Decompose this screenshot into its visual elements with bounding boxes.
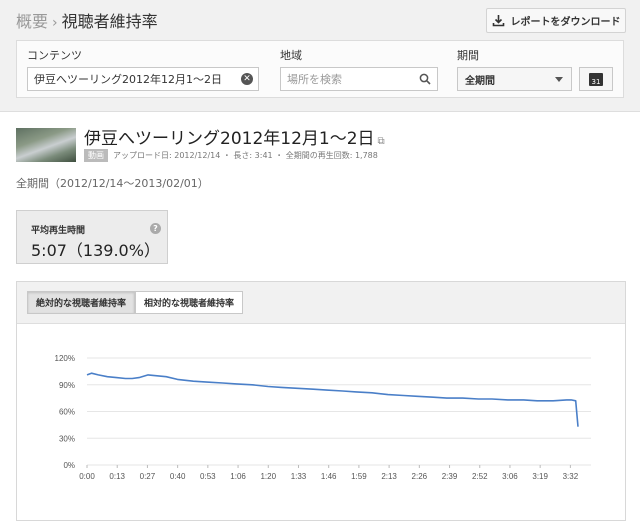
period-range-text: 全期間（2012/12/14〜2013/02/01） <box>16 177 209 190</box>
retention-series-line <box>86 372 579 427</box>
video-title-row: 伊豆へツーリング2012年12月1〜2日 ⧉ <box>84 124 385 149</box>
video-type-badge: 動画 <box>84 149 108 162</box>
breadcrumb: 概要 › 視聴者維持率 <box>16 8 158 32</box>
tab-relative-retention[interactable]: 相対的な視聴者維持率 <box>135 291 244 314</box>
content-filter-label: コンテンツ <box>27 49 82 62</box>
chart-tab-bar: 絶対的な視聴者維持率 相対的な視聴者維持率 <box>17 282 625 324</box>
x-tick-label: 3:19 <box>532 472 548 481</box>
avg-view-duration-label: 平均再生時間 <box>31 226 86 236</box>
x-tick-label: 2:52 <box>472 472 488 481</box>
download-report-label: レポートをダウンロード <box>510 17 621 28</box>
external-link-icon[interactable]: ⧉ <box>378 136 385 147</box>
x-tick-label: 1:20 <box>260 472 276 481</box>
x-tick-label: 1:33 <box>291 472 307 481</box>
x-tick-label: 0:00 <box>79 472 95 481</box>
clear-icon[interactable]: ✕ <box>241 73 253 85</box>
download-report-button[interactable]: レポートをダウンロード <box>486 8 626 33</box>
x-tick-label: 2:13 <box>381 472 397 481</box>
x-tick-label: 3:32 <box>563 472 579 481</box>
chevron-down-icon <box>555 77 563 82</box>
page-title: 視聴者維持率 <box>61 12 158 31</box>
y-tick-label: 0% <box>63 461 75 470</box>
x-tick-label: 1:06 <box>230 472 246 481</box>
y-tick-label: 30% <box>59 434 75 443</box>
region-search-input[interactable]: 場所を検索 <box>280 67 438 91</box>
calendar-button[interactable]: 31 <box>579 67 613 91</box>
video-meta-text: アップロード日: 2012/12/14 ・ 長さ: 3:41 ・ 全期間の再生回… <box>113 151 378 160</box>
x-tick-label: 0:27 <box>140 472 156 481</box>
period-select[interactable]: 全期間 <box>457 67 572 91</box>
search-icon[interactable] <box>419 73 431 85</box>
retention-chart-panel: 絶対的な視聴者維持率 相対的な視聴者維持率 0% 30% 60% 90% 120% 0:0… <box>16 281 626 521</box>
tab-absolute-retention[interactable]: 絶対的な視聴者維持率 <box>27 291 136 314</box>
x-tick-label: 1:59 <box>351 472 367 481</box>
x-tick-label: 3:06 <box>502 472 518 481</box>
calendar-icon: 31 <box>589 72 603 86</box>
video-thumbnail[interactable] <box>16 128 76 162</box>
y-tick-label: 120% <box>55 354 75 363</box>
region-filter-label: 地域 <box>280 49 302 62</box>
breadcrumb-separator: › <box>52 15 58 31</box>
avg-view-duration-card: 平均再生時間 5:07（139.0%） ? <box>16 210 168 264</box>
region-search-placeholder: 場所を検索 <box>287 73 342 86</box>
filter-panel: コンテンツ 伊豆へツーリング2012年12月1〜2日 ✕ 地域 場所を検索 期間… <box>16 40 624 98</box>
breadcrumb-overview-link[interactable]: 概要 <box>16 12 48 31</box>
period-select-value: 全期間 <box>465 75 495 87</box>
content-input[interactable]: 伊豆へツーリング2012年12月1〜2日 ✕ <box>27 67 259 91</box>
y-tick-label: 90% <box>59 381 75 390</box>
x-tick-label: 1:46 <box>321 472 337 481</box>
x-tick-label: 0:53 <box>200 472 216 481</box>
video-meta: 動画 アップロード日: 2012/12/14 ・ 長さ: 3:41 ・ 全期間の… <box>84 149 378 162</box>
help-icon[interactable]: ? <box>150 223 161 234</box>
content-input-value: 伊豆へツーリング2012年12月1〜2日 <box>34 73 222 86</box>
x-tick-label: 0:40 <box>170 472 186 481</box>
x-tick-label: 2:39 <box>442 472 458 481</box>
x-tick-label: 0:13 <box>109 472 125 481</box>
period-filter-label: 期間 <box>457 49 479 62</box>
download-icon <box>492 15 504 27</box>
top-bar: 概要 › 視聴者維持率 レポートをダウンロード コンテンツ 伊豆へツーリング2012… <box>0 0 640 112</box>
x-tick-label: 2:26 <box>412 472 428 481</box>
y-tick-label: 60% <box>59 408 75 417</box>
video-title[interactable]: 伊豆へツーリング2012年12月1〜2日 <box>84 129 375 149</box>
avg-view-duration-value: 5:07（139.0%） <box>31 241 160 260</box>
retention-line-chart: 0% 30% 60% 90% 120% 0:00 0:13 0:27 0:40 0:53 1:06 1… <box>55 354 591 481</box>
